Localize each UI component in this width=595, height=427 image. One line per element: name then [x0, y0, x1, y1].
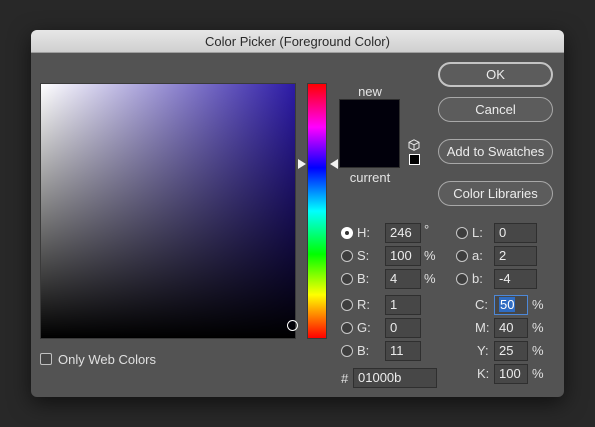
current-label: current: [349, 170, 391, 185]
only-web-colors-checkbox[interactable]: [40, 353, 52, 365]
saturation-field[interactable]: 100: [385, 246, 421, 266]
brightness-unit: %: [424, 271, 436, 286]
saturation-label: S:: [357, 248, 370, 263]
cyan-unit: %: [532, 297, 544, 312]
hue-field[interactable]: 246: [385, 223, 421, 243]
yellow-field[interactable]: 25: [494, 341, 528, 361]
ok-button[interactable]: OK: [438, 62, 553, 87]
lightness-radio[interactable]: [456, 227, 468, 239]
black-unit: %: [532, 366, 544, 381]
black-field[interactable]: 100: [494, 364, 528, 384]
hue-slider-left-arrow[interactable]: [298, 159, 306, 169]
color-field[interactable]: [40, 83, 296, 339]
a-channel-radio[interactable]: [456, 250, 468, 262]
yellow-label: Y:: [477, 343, 489, 358]
hue-radio[interactable]: [341, 227, 353, 239]
cancel-button[interactable]: Cancel: [438, 97, 553, 122]
b-channel-field[interactable]: -4: [494, 269, 537, 289]
websafe-swatch-icon[interactable]: [409, 154, 420, 165]
b-channel-radio[interactable]: [456, 273, 468, 285]
red-label: R:: [357, 297, 370, 312]
cyan-label: C:: [475, 297, 488, 312]
a-channel-field[interactable]: 2: [494, 246, 537, 266]
new-color-swatch: [340, 100, 399, 134]
cyan-field[interactable]: 50: [494, 295, 528, 315]
color-field-marker[interactable]: [287, 320, 298, 331]
green-radio[interactable]: [341, 322, 353, 334]
blue-radio[interactable]: [341, 345, 353, 357]
new-label: new: [358, 84, 382, 99]
blue-field[interactable]: 11: [385, 341, 421, 361]
red-field[interactable]: 1: [385, 295, 421, 315]
color-picker-dialog: Color Picker (Foreground Color) new curr…: [31, 30, 564, 397]
hue-slider[interactable]: [307, 83, 327, 339]
color-preview: [339, 99, 400, 168]
b-channel-label: b:: [472, 271, 483, 286]
a-channel-label: a:: [472, 248, 483, 263]
saturation-radio[interactable]: [341, 250, 353, 262]
add-to-swatches-button[interactable]: Add to Swatches: [438, 139, 553, 164]
brightness-field[interactable]: 4: [385, 269, 421, 289]
brightness-radio[interactable]: [341, 273, 353, 285]
magenta-unit: %: [532, 320, 544, 335]
red-radio[interactable]: [341, 299, 353, 311]
hue-slider-right-arrow[interactable]: [330, 159, 338, 169]
brightness-label: B:: [357, 271, 370, 286]
hue-label: H:: [357, 225, 370, 240]
window-title: Color Picker (Foreground Color): [31, 30, 564, 53]
hex-field[interactable]: 01000b: [353, 368, 437, 388]
hex-label: #: [341, 371, 349, 386]
only-web-colors-label: Only Web Colors: [58, 352, 157, 367]
saturation-unit: %: [424, 248, 436, 263]
yellow-unit: %: [532, 343, 544, 358]
magenta-label: M:: [475, 320, 490, 335]
black-label: K:: [477, 366, 490, 381]
lightness-field[interactable]: 0: [494, 223, 537, 243]
color-libraries-button[interactable]: Color Libraries: [438, 181, 553, 206]
blue-label: B:: [357, 343, 370, 358]
green-field[interactable]: 0: [385, 318, 421, 338]
current-color-swatch[interactable]: [340, 133, 399, 167]
websafe-cube-icon[interactable]: [408, 139, 420, 151]
lightness-label: L:: [472, 225, 483, 240]
green-label: G:: [357, 320, 371, 335]
magenta-field[interactable]: 40: [494, 318, 528, 338]
hue-unit: °: [424, 222, 430, 237]
